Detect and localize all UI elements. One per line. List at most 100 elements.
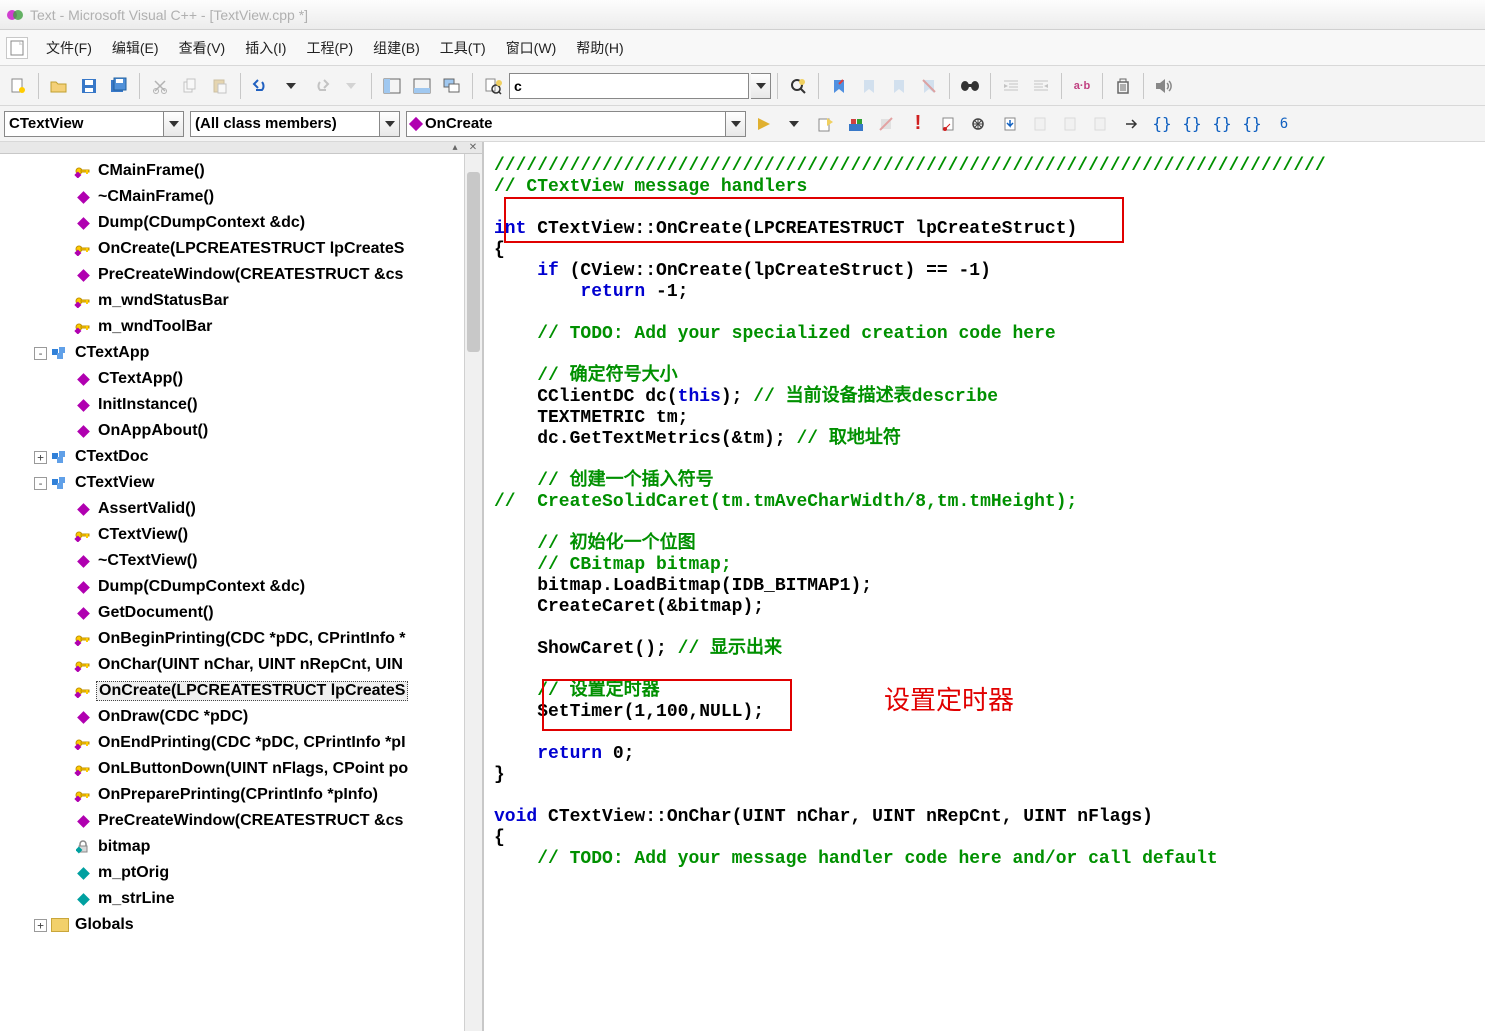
collapse-icon[interactable]: - <box>34 347 47 360</box>
brace1-icon[interactable]: {} <box>1148 110 1176 138</box>
delete-button[interactable] <box>1109 72 1137 100</box>
tree-label[interactable]: GetDocument() <box>96 604 216 622</box>
tree-item[interactable]: + Globals <box>2 913 480 937</box>
tree-scrollbar[interactable] <box>464 154 482 1031</box>
sound-icon[interactable] <box>1150 72 1178 100</box>
tree-item[interactable]: m_wndStatusBar <box>2 289 480 313</box>
tree-label[interactable]: OnAppAbout() <box>96 422 210 440</box>
bookmark-next-button[interactable] <box>855 72 883 100</box>
filter-combo[interactable]: (All class members) <box>190 111 400 137</box>
tree-label[interactable]: OnCreate(LPCREATESTRUCT lpCreateS <box>96 240 406 258</box>
tree-item[interactable]: OnChar(UINT nChar, UINT nRepCnt, UIN <box>2 653 480 677</box>
close-pane-icon[interactable]: ✕ <box>464 142 482 154</box>
arrow-right-icon[interactable] <box>1118 110 1146 138</box>
step-out-button[interactable] <box>1056 110 1084 138</box>
tree-label[interactable]: OnChar(UINT nChar, UINT nRepCnt, UIN <box>96 656 405 674</box>
tree-item[interactable]: OnAppAbout() <box>2 419 480 443</box>
menu-insert[interactable]: 插入(I) <box>235 34 296 62</box>
menu-window[interactable]: 窗口(W) <box>496 34 567 62</box>
tree-item[interactable]: PreCreateWindow(CREATESTRUCT &cs <box>2 809 480 833</box>
menu-tools[interactable]: 工具(T) <box>430 34 496 62</box>
tree-item[interactable]: + CTextDoc <box>2 445 480 469</box>
tree-label[interactable]: OnEndPrinting(CDC *pDC, CPrintInfo *pI <box>96 734 408 752</box>
run-to-cursor-button[interactable] <box>1086 110 1114 138</box>
brace3-icon[interactable]: {} <box>1208 110 1236 138</box>
tree-item[interactable]: CTextView() <box>2 523 480 547</box>
tree-item[interactable]: OnLButtonDown(UINT nFlags, CPoint po <box>2 757 480 781</box>
tree-label[interactable]: CTextDoc <box>73 448 151 466</box>
undo-dropdown[interactable] <box>277 72 305 100</box>
step-into-button[interactable] <box>996 110 1024 138</box>
tree-item[interactable]: CMainFrame() <box>2 159 480 183</box>
tree-label[interactable]: ~CMainFrame() <box>96 188 216 206</box>
expand-icon[interactable]: + <box>34 919 47 932</box>
copy-button[interactable] <box>176 72 204 100</box>
class-combo[interactable]: CTextView <box>4 111 184 137</box>
tree-label[interactable]: bitmap <box>96 838 152 856</box>
menu-file[interactable]: 文件(F) <box>36 34 102 62</box>
watch-icon[interactable]: 6 <box>1270 110 1298 138</box>
tree-label[interactable]: m_ptOrig <box>96 864 171 882</box>
save-button[interactable] <box>75 72 103 100</box>
output-button[interactable] <box>408 72 436 100</box>
breakpoint-button[interactable] <box>964 110 992 138</box>
tree-label[interactable]: CTextApp() <box>96 370 185 388</box>
pin-icon[interactable]: ▴ <box>446 142 464 154</box>
bookmark-toggle-button[interactable] <box>825 72 853 100</box>
tree-item[interactable]: m_ptOrig <box>2 861 480 885</box>
menu-build[interactable]: 组建(B) <box>363 34 430 62</box>
tree-item[interactable]: Dump(CDumpContext &dc) <box>2 575 480 599</box>
step-over-button[interactable] <box>1026 110 1054 138</box>
go-dropdown[interactable] <box>780 110 808 138</box>
tree-item[interactable]: AssertValid() <box>2 497 480 521</box>
menu-help[interactable]: 帮助(H) <box>566 34 633 62</box>
brace4-icon[interactable]: {} <box>1238 110 1266 138</box>
tree-label[interactable]: ~CTextView() <box>96 552 199 570</box>
tree-item[interactable]: GetDocument() <box>2 601 480 625</box>
tree-item[interactable]: m_wndToolBar <box>2 315 480 339</box>
tree-item[interactable]: ~CMainFrame() <box>2 185 480 209</box>
tree-item[interactable]: InitInstance() <box>2 393 480 417</box>
new-doc-icon[interactable] <box>6 37 28 59</box>
tree-item[interactable]: OnCreate(LPCREATESTRUCT lpCreateS <box>2 237 480 261</box>
compile-button[interactable] <box>812 110 840 138</box>
tree-label[interactable]: AssertValid() <box>96 500 198 518</box>
member-combo[interactable]: OnCreate <box>406 111 746 137</box>
find-in-files-button[interactable] <box>479 72 507 100</box>
indent-button[interactable] <box>997 72 1025 100</box>
redo-dropdown[interactable] <box>337 72 365 100</box>
find-dropdown[interactable] <box>751 73 771 99</box>
save-all-button[interactable] <box>105 72 133 100</box>
tree-label[interactable]: m_wndToolBar <box>96 318 214 336</box>
unindent-button[interactable] <box>1027 72 1055 100</box>
tree-label[interactable]: OnBeginPrinting(CDC *pDC, CPrintInfo * <box>96 630 408 648</box>
tree-label[interactable]: m_wndStatusBar <box>96 292 231 310</box>
class-tree[interactable]: CMainFrame() ~CMainFrame() Dump(CDumpConte… <box>0 154 482 1031</box>
redo-button[interactable] <box>307 72 335 100</box>
tree-label[interactable]: Dump(CDumpContext &dc) <box>96 214 307 232</box>
undo-button[interactable] <box>247 72 275 100</box>
tree-label[interactable]: CMainFrame() <box>96 162 207 180</box>
tree-item[interactable]: OnPreparePrinting(CPrintInfo *pInfo) <box>2 783 480 807</box>
bookmark-prev-button[interactable] <box>885 72 913 100</box>
tree-item[interactable]: bitmap <box>2 835 480 859</box>
stop-build-button[interactable] <box>872 110 900 138</box>
tree-label[interactable]: CTextView <box>73 474 156 492</box>
menu-project[interactable]: 工程(P) <box>296 34 363 62</box>
tree-item[interactable]: ~CTextView() <box>2 549 480 573</box>
menu-view[interactable]: 查看(V) <box>169 34 236 62</box>
tree-label[interactable]: OnDraw(CDC *pDC) <box>96 708 250 726</box>
tree-item[interactable]: OnBeginPrinting(CDC *pDC, CPrintInfo * <box>2 627 480 651</box>
tree-label[interactable]: Globals <box>73 916 136 934</box>
go-debug-button[interactable] <box>934 110 962 138</box>
tree-item[interactable]: OnDraw(CDC *pDC) <box>2 705 480 729</box>
tree-item[interactable]: PreCreateWindow(CREATESTRUCT &cs <box>2 263 480 287</box>
paste-button[interactable] <box>206 72 234 100</box>
tree-item[interactable]: m_strLine <box>2 887 480 911</box>
expand-icon[interactable]: + <box>34 451 47 464</box>
execute-button[interactable]: ! <box>904 110 932 138</box>
tree-label[interactable]: InitInstance() <box>96 396 200 414</box>
go-button[interactable] <box>750 110 778 138</box>
tree-label[interactable]: PreCreateWindow(CREATESTRUCT &cs <box>96 266 405 284</box>
whole-word-button[interactable]: a·b <box>1068 72 1096 100</box>
